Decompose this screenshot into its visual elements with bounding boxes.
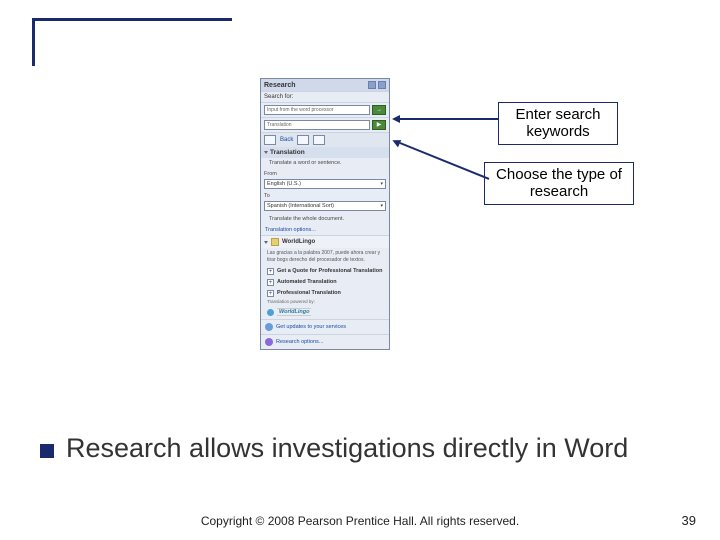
collapse-icon xyxy=(264,241,268,244)
updates-link[interactable]: Get updates to your services xyxy=(261,319,389,334)
forward-button[interactable] xyxy=(297,135,309,145)
updates-label: Get updates to your services xyxy=(276,324,346,330)
translation-options-link[interactable]: Translation options... xyxy=(261,225,389,235)
chevron-down-icon: ▾ xyxy=(380,203,383,209)
chevron-down-icon: ▾ xyxy=(380,181,383,187)
options-icon xyxy=(265,338,273,346)
worldlingo-section[interactable]: WorldLingo xyxy=(261,236,389,248)
plus-icon: + xyxy=(267,279,274,286)
research-options-label: Research options... xyxy=(276,339,323,345)
pane-header: Research xyxy=(261,79,389,91)
callout-line: Choose the type of xyxy=(496,166,622,183)
research-task-pane: Research Search for: Input from the word… xyxy=(260,78,390,350)
list-item[interactable]: + Automated Translation xyxy=(261,277,389,288)
connector-line xyxy=(400,118,498,120)
section-title: Translation xyxy=(270,149,305,156)
list-item[interactable]: + Get a Quote for Professional Translati… xyxy=(261,266,389,277)
research-options-link[interactable]: Research options... xyxy=(261,334,389,349)
item-label: Get a Quote for Professional Translation xyxy=(277,268,382,274)
slide-corner-border xyxy=(32,18,232,66)
collapse-icon xyxy=(264,151,268,154)
connector-line xyxy=(400,142,490,180)
search-input[interactable]: Input from the word processor xyxy=(264,105,370,115)
go-button[interactable]: → xyxy=(372,105,386,115)
whole-doc-text: Translate the whole document. xyxy=(261,214,389,226)
type-row: Translation ▶ xyxy=(261,117,389,132)
callout-choose-type: Choose the type of research xyxy=(484,162,634,205)
translation-section[interactable]: Translation xyxy=(261,147,389,158)
brand-name: WorldLingo xyxy=(277,308,311,316)
plus-icon: + xyxy=(267,268,274,275)
close-icon[interactable] xyxy=(378,81,386,89)
to-label: To xyxy=(261,192,389,200)
back-label: Back xyxy=(280,137,293,143)
translated-text: Las gracias a la palabra 2007, puede aho… xyxy=(261,248,389,266)
callout-enter-keywords: Enter search keywords xyxy=(498,102,618,145)
translate-desc: Translate a word or sentence. xyxy=(261,158,389,170)
from-label: From xyxy=(261,170,389,178)
callout-line: Enter search xyxy=(515,106,600,123)
info-icon xyxy=(265,323,273,331)
copyright-text: Copyright © 2008 Pearson Prentice Hall. … xyxy=(0,514,720,528)
subhead-title: WorldLingo xyxy=(282,239,315,245)
back-button[interactable] xyxy=(264,135,276,145)
page-number: 39 xyxy=(682,513,696,528)
from-value: English (U.S.) xyxy=(267,181,301,187)
pane-title: Research xyxy=(264,82,296,89)
stop-button[interactable] xyxy=(313,135,325,145)
globe-icon xyxy=(267,309,274,316)
book-icon xyxy=(271,238,279,246)
to-language-dropdown[interactable]: Spanish (International Sort) ▾ xyxy=(264,201,386,211)
research-type-dropdown[interactable]: Translation xyxy=(264,120,370,130)
slide-bullet-text: Research allows investigations directly … xyxy=(66,432,628,464)
start-button[interactable]: ▶ xyxy=(372,120,386,130)
nav-toolbar: Back xyxy=(261,132,389,147)
callout-line: research xyxy=(493,184,625,201)
search-row: Input from the word processor → xyxy=(261,102,389,117)
from-language-dropdown[interactable]: English (U.S.) ▾ xyxy=(264,179,386,189)
square-bullet-icon xyxy=(40,444,54,458)
item-label: Automated Translation xyxy=(277,279,337,285)
dropdown-icon[interactable] xyxy=(368,81,376,89)
callout-line: keywords xyxy=(507,124,609,141)
plus-icon: + xyxy=(267,290,274,297)
powered-by-label: Translation powered by: xyxy=(261,299,389,306)
to-value: Spanish (International Sort) xyxy=(267,203,334,209)
arrowhead-icon xyxy=(392,115,400,123)
item-label: Professional Translation xyxy=(277,290,341,296)
search-for-label: Search for: xyxy=(261,91,389,102)
list-item[interactable]: + Professional Translation xyxy=(261,288,389,299)
figure-area: Research Search for: Input from the word… xyxy=(260,78,600,408)
brand-row: WorldLingo xyxy=(261,306,389,319)
slide-bullet-row: Research allows investigations directly … xyxy=(40,432,690,464)
